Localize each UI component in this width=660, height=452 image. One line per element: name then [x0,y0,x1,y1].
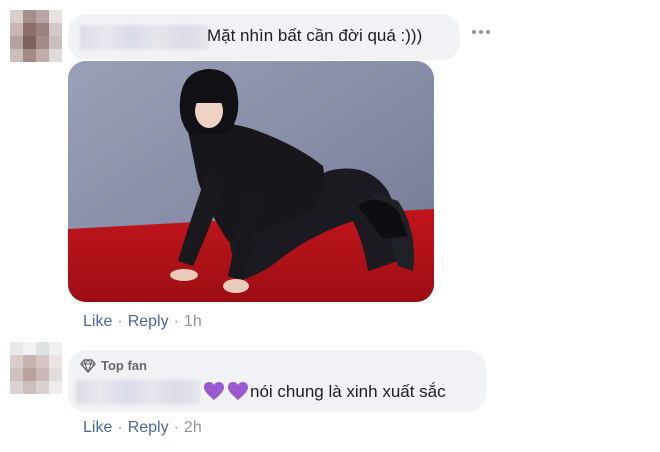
reply-link[interactable]: Reply [128,419,169,437]
separator-dot: · [117,419,123,436]
commenter-name-blurred[interactable] [76,380,200,404]
comment-actions: Like · Reply · 1h [83,313,202,331]
like-link[interactable]: Like [83,419,112,437]
reply-link[interactable]: Reply [128,313,169,331]
comment-timestamp[interactable]: 1h [184,313,202,331]
like-link[interactable]: Like [83,313,112,331]
comment-bubble: Mặt nhìn bất cần đời quá :))) [68,14,460,60]
purple-heart-icon [204,382,224,400]
separator-dot: · [173,419,179,436]
purple-heart-icon [228,382,248,400]
purple-heart-emoji [203,381,249,401]
separator-dot: · [117,313,123,330]
top-fan-badge[interactable]: Top fan [80,358,147,373]
comment-photo[interactable] [68,61,434,302]
comment-text: Mặt nhìn bất cần đời quá :))) [207,26,423,45]
comment-text: nói chung là xinh xuất sắc [250,382,446,401]
comment-bubble: Top fan nói chung là xinh xuất sắc [68,350,486,412]
diamond-icon [80,358,96,373]
separator-dot: · [173,313,179,330]
commenter-name-blurred[interactable] [80,25,208,49]
more-horizontal-icon[interactable] [472,30,490,34]
comment-timestamp[interactable]: 2h [184,419,202,437]
commenter-avatar[interactable] [10,10,62,62]
top-fan-label: Top fan [101,358,147,373]
comment-actions: Like · Reply · 2h [83,419,202,437]
comment-thread: Mặt nhìn bất cần đời quá :))) Like · Rep… [0,0,660,452]
commenter-avatar[interactable] [10,342,62,394]
